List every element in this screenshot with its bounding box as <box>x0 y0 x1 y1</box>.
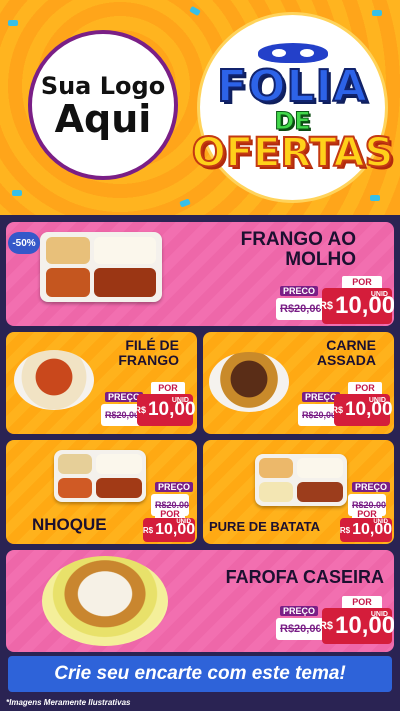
product-name: FILÉ DE FRANGO <box>118 338 179 367</box>
por-label: POR <box>348 382 382 394</box>
confetti <box>179 198 191 208</box>
por-label: POR <box>151 382 185 394</box>
food-compartment <box>297 458 343 478</box>
theme-title-line2: DE <box>274 106 311 135</box>
food-compartment <box>58 478 92 498</box>
price-tag: PRECO R$20,00 POR R$ 10,00 UNID <box>276 276 394 324</box>
food-compartment <box>297 482 343 502</box>
food-compartment <box>94 237 156 264</box>
product-card-file-de-frango[interactable]: FILÉ DE FRANGO PREÇO R$20,00 POR R$ 10,0… <box>6 332 197 434</box>
food-image <box>14 350 94 410</box>
old-price-box: PREÇO R$20,00 <box>276 606 324 640</box>
food-compartment <box>46 268 90 297</box>
product-name-line1: FILÉ DE <box>125 337 179 353</box>
currency: R$ <box>142 525 154 535</box>
food-compartment <box>58 454 92 474</box>
logo-placeholder[interactable]: Sua Logo Aqui <box>28 30 178 180</box>
product-name-line1: CARNE <box>326 337 376 353</box>
price-tag: PREÇO R$20,00 POR R$ 10,00 UNID <box>143 480 195 542</box>
por-label: POR <box>342 596 382 608</box>
food-image <box>40 232 162 302</box>
unit-label: UNID <box>373 519 388 525</box>
confetti <box>8 20 18 26</box>
old-price: R$20,00 <box>280 303 322 315</box>
new-price-box: R$ 10,00 UNID <box>143 518 195 542</box>
currency: R$ <box>318 300 333 312</box>
por-label: POR <box>342 276 382 288</box>
theme-logo: FOLIA DE OFERTAS <box>191 15 394 200</box>
price-tag: PREÇO R$20,00 POR R$ 10,00 UNID <box>101 382 196 430</box>
old-price-box: PRECO R$20,00 <box>276 286 324 320</box>
logo-text-line2: Aqui <box>54 97 152 141</box>
currency: R$ <box>339 525 351 535</box>
price-tag: PREÇO R$20,00 POR R$ 10,00 UNID <box>276 596 394 644</box>
product-name: CARNE ASSADA <box>317 338 376 367</box>
theme-title-line1: FOLIA <box>216 60 368 112</box>
confetti <box>372 10 382 16</box>
food-compartment <box>94 268 156 297</box>
unit-label: UNID <box>370 611 388 618</box>
product-card-farofa-caseira[interactable]: FAROFA CASEIRA PREÇO R$20,00 POR R$ 10,0… <box>6 550 394 652</box>
theme-title-line3: OFERTAS <box>191 129 395 176</box>
old-price: R$20,00 <box>302 410 337 420</box>
preco-label: PREÇO <box>352 482 391 492</box>
logo-text-line1: Sua Logo <box>40 72 166 100</box>
food-compartment <box>46 237 90 264</box>
currency: R$ <box>318 620 333 632</box>
unit-label: UNID <box>370 291 388 298</box>
currency: R$ <box>331 405 343 415</box>
preco-label: PREÇO <box>280 606 319 616</box>
new-price-box: R$ 10,00 UNID <box>331 394 393 426</box>
price-tag: PREÇO R$20,00 POR R$ 10,00 UNID <box>298 382 393 430</box>
unit-label: UNID <box>368 397 386 404</box>
discount-badge: -50% <box>8 232 40 254</box>
price-tag: PREÇO R$20,00 POR R$ 10,00 UNID <box>340 480 392 542</box>
new-price-box: R$ 10,00 UNID <box>134 394 196 426</box>
product-name-line2: ASSADA <box>316 351 376 368</box>
preco-label: PRECO <box>280 286 319 296</box>
carnival-mask-icon <box>257 42 328 63</box>
product-name-line2: MOLHO <box>285 248 356 270</box>
product-name: PURE DE BATATA <box>209 519 320 534</box>
new-price-box: R$ 10,00 UNID <box>318 288 394 324</box>
new-price-box: R$ 10,00 UNID <box>340 518 392 542</box>
food-image <box>54 450 146 502</box>
product-name: NHOQUE <box>32 515 107 534</box>
product-card-frango-ao-molho[interactable]: FRANGO AO MOLHO PRECO R$20,00 POR R$ 10,… <box>6 222 394 326</box>
product-card-pure-de-batata[interactable]: PURE DE BATATA PREÇO R$20,00 POR R$ 10,0… <box>203 440 394 544</box>
preco-label: PREÇO <box>155 482 194 492</box>
product-card-nhoque[interactable]: NHOQUE PREÇO R$20,00 POR R$ 10,00 UNID <box>6 440 197 544</box>
food-image <box>209 352 289 412</box>
currency: R$ <box>134 405 146 415</box>
unit-label: UNID <box>176 519 191 525</box>
product-card-carne-assada[interactable]: CARNE ASSADA PREÇO R$20,00 POR R$ 10,00 … <box>203 332 394 434</box>
product-name: FRANGO AO MOLHO <box>241 230 356 270</box>
confetti <box>189 5 201 17</box>
food-compartment <box>259 482 293 502</box>
confetti <box>12 190 22 196</box>
confetti <box>370 195 380 201</box>
unit-label: UNID <box>171 397 189 404</box>
cta-banner[interactable]: Crie seu encarte com este tema! <box>8 656 392 692</box>
food-compartment <box>96 454 142 474</box>
food-compartment <box>96 478 142 498</box>
old-price: R$20,00 <box>105 410 140 420</box>
product-name: FAROFA CASEIRA <box>225 567 384 587</box>
disclaimer-text: *Imagens Meramente Ilustrativas <box>6 698 131 707</box>
product-name-line1: FRANGO AO <box>240 229 356 250</box>
old-price: R$20,00 <box>280 623 322 635</box>
header-banner: Sua Logo Aqui FOLIA DE OFERTAS <box>0 0 400 215</box>
product-name-line2: FRANGO <box>118 351 179 368</box>
new-price-box: R$ 10,00 UNID <box>318 608 394 644</box>
food-image <box>42 556 168 646</box>
food-image <box>255 454 347 506</box>
food-compartment <box>259 458 293 478</box>
